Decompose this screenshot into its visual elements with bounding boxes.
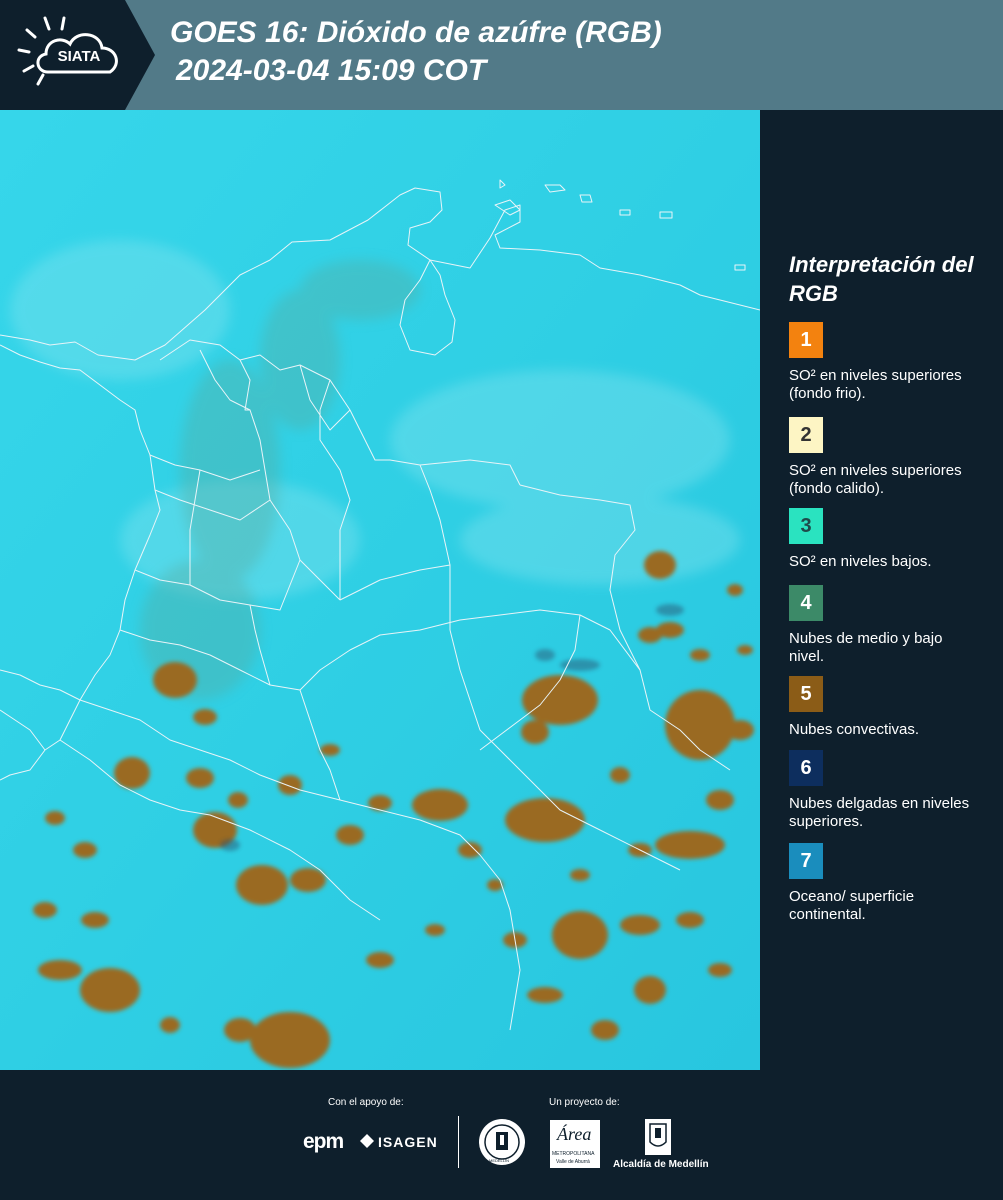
isagen-icon <box>360 1134 374 1148</box>
legend-swatch-2: 2 <box>789 417 823 453</box>
legend-text-6: Nubes delgadas en niveles superiores. <box>789 795 970 830</box>
footer-divider <box>458 1116 459 1168</box>
legend-swatch-4: 4 <box>789 585 823 621</box>
legend-text-5: Nubes convectivas. <box>789 721 920 738</box>
legend-swatch-3: 3 <box>789 508 823 544</box>
legend-text-3: SO² en niveles bajos. <box>789 553 932 570</box>
legend-text-7: Oceano/ superficie continental. <box>789 888 915 923</box>
legend-item-3: 3 SO² en niveles bajos. <box>789 508 994 571</box>
legend-panel: Interpretación del RGB 1 SO² en niveles … <box>760 110 1003 1070</box>
siata-logo: SIATA <box>0 0 155 110</box>
legend-swatch-5: 5 <box>789 676 823 712</box>
legend-text-1: SO² en niveles superiores (fondo frio). <box>789 367 962 402</box>
legend-title: Interpretación del RGB <box>789 252 974 306</box>
isagen-logo: ISAGEN <box>378 1134 438 1150</box>
medellin-seal-text: MEDELLÍN <box>489 1158 510 1163</box>
legend-item-4: 4 Nubes de medio y bajo nivel. <box>789 585 994 666</box>
support-label: Con el apoyo de: <box>328 1097 404 1108</box>
satellite-map-image <box>0 110 760 1070</box>
footer-bar: Con el apoyo de: Un proyecto de: epm ISA… <box>0 1070 1003 1200</box>
map-title: GOES 16: Dióxido de azúfre (RGB) <box>170 16 662 49</box>
legend-swatch-1: 1 <box>789 322 823 358</box>
siata-logo-badge: SIATA <box>0 0 155 110</box>
header-bar: SIATA GOES 16: Dióxido de azúfre (RGB) 2… <box>0 0 1003 110</box>
epm-logo: epm <box>303 1130 344 1153</box>
project-label: Un proyecto de: <box>549 1097 620 1108</box>
legend-item-1: 1 SO² en niveles superiores (fondo frio)… <box>789 322 994 403</box>
alcaldia-shield-icon <box>644 1118 672 1161</box>
svg-text:SIATA: SIATA <box>58 48 101 65</box>
satellite-map <box>0 110 760 1070</box>
legend-swatch-6: 6 <box>789 750 823 786</box>
alcaldia-label: Alcaldía de Medellín <box>613 1159 709 1170</box>
area-metropolitana-logo: Área METROPOLITANA Valle de Aburrá <box>550 1120 600 1168</box>
medellin-seal-icon <box>478 1118 526 1171</box>
legend-swatch-7: 7 <box>789 843 823 879</box>
map-timestamp: 2024-03-04 15:09 COT <box>176 54 487 87</box>
legend-item-2: 2 SO² en niveles superiores (fondo calid… <box>789 417 994 498</box>
legend-item-5: 5 Nubes convectivas. <box>789 676 994 739</box>
legend-text-4: Nubes de medio y bajo nivel. <box>789 630 943 665</box>
legend-text-2: SO² en niveles superiores (fondo calido)… <box>789 462 962 497</box>
legend-item-6: 6 Nubes delgadas en niveles superiores. <box>789 750 994 831</box>
legend-item-7: 7 Oceano/ superficie continental. <box>789 843 994 924</box>
